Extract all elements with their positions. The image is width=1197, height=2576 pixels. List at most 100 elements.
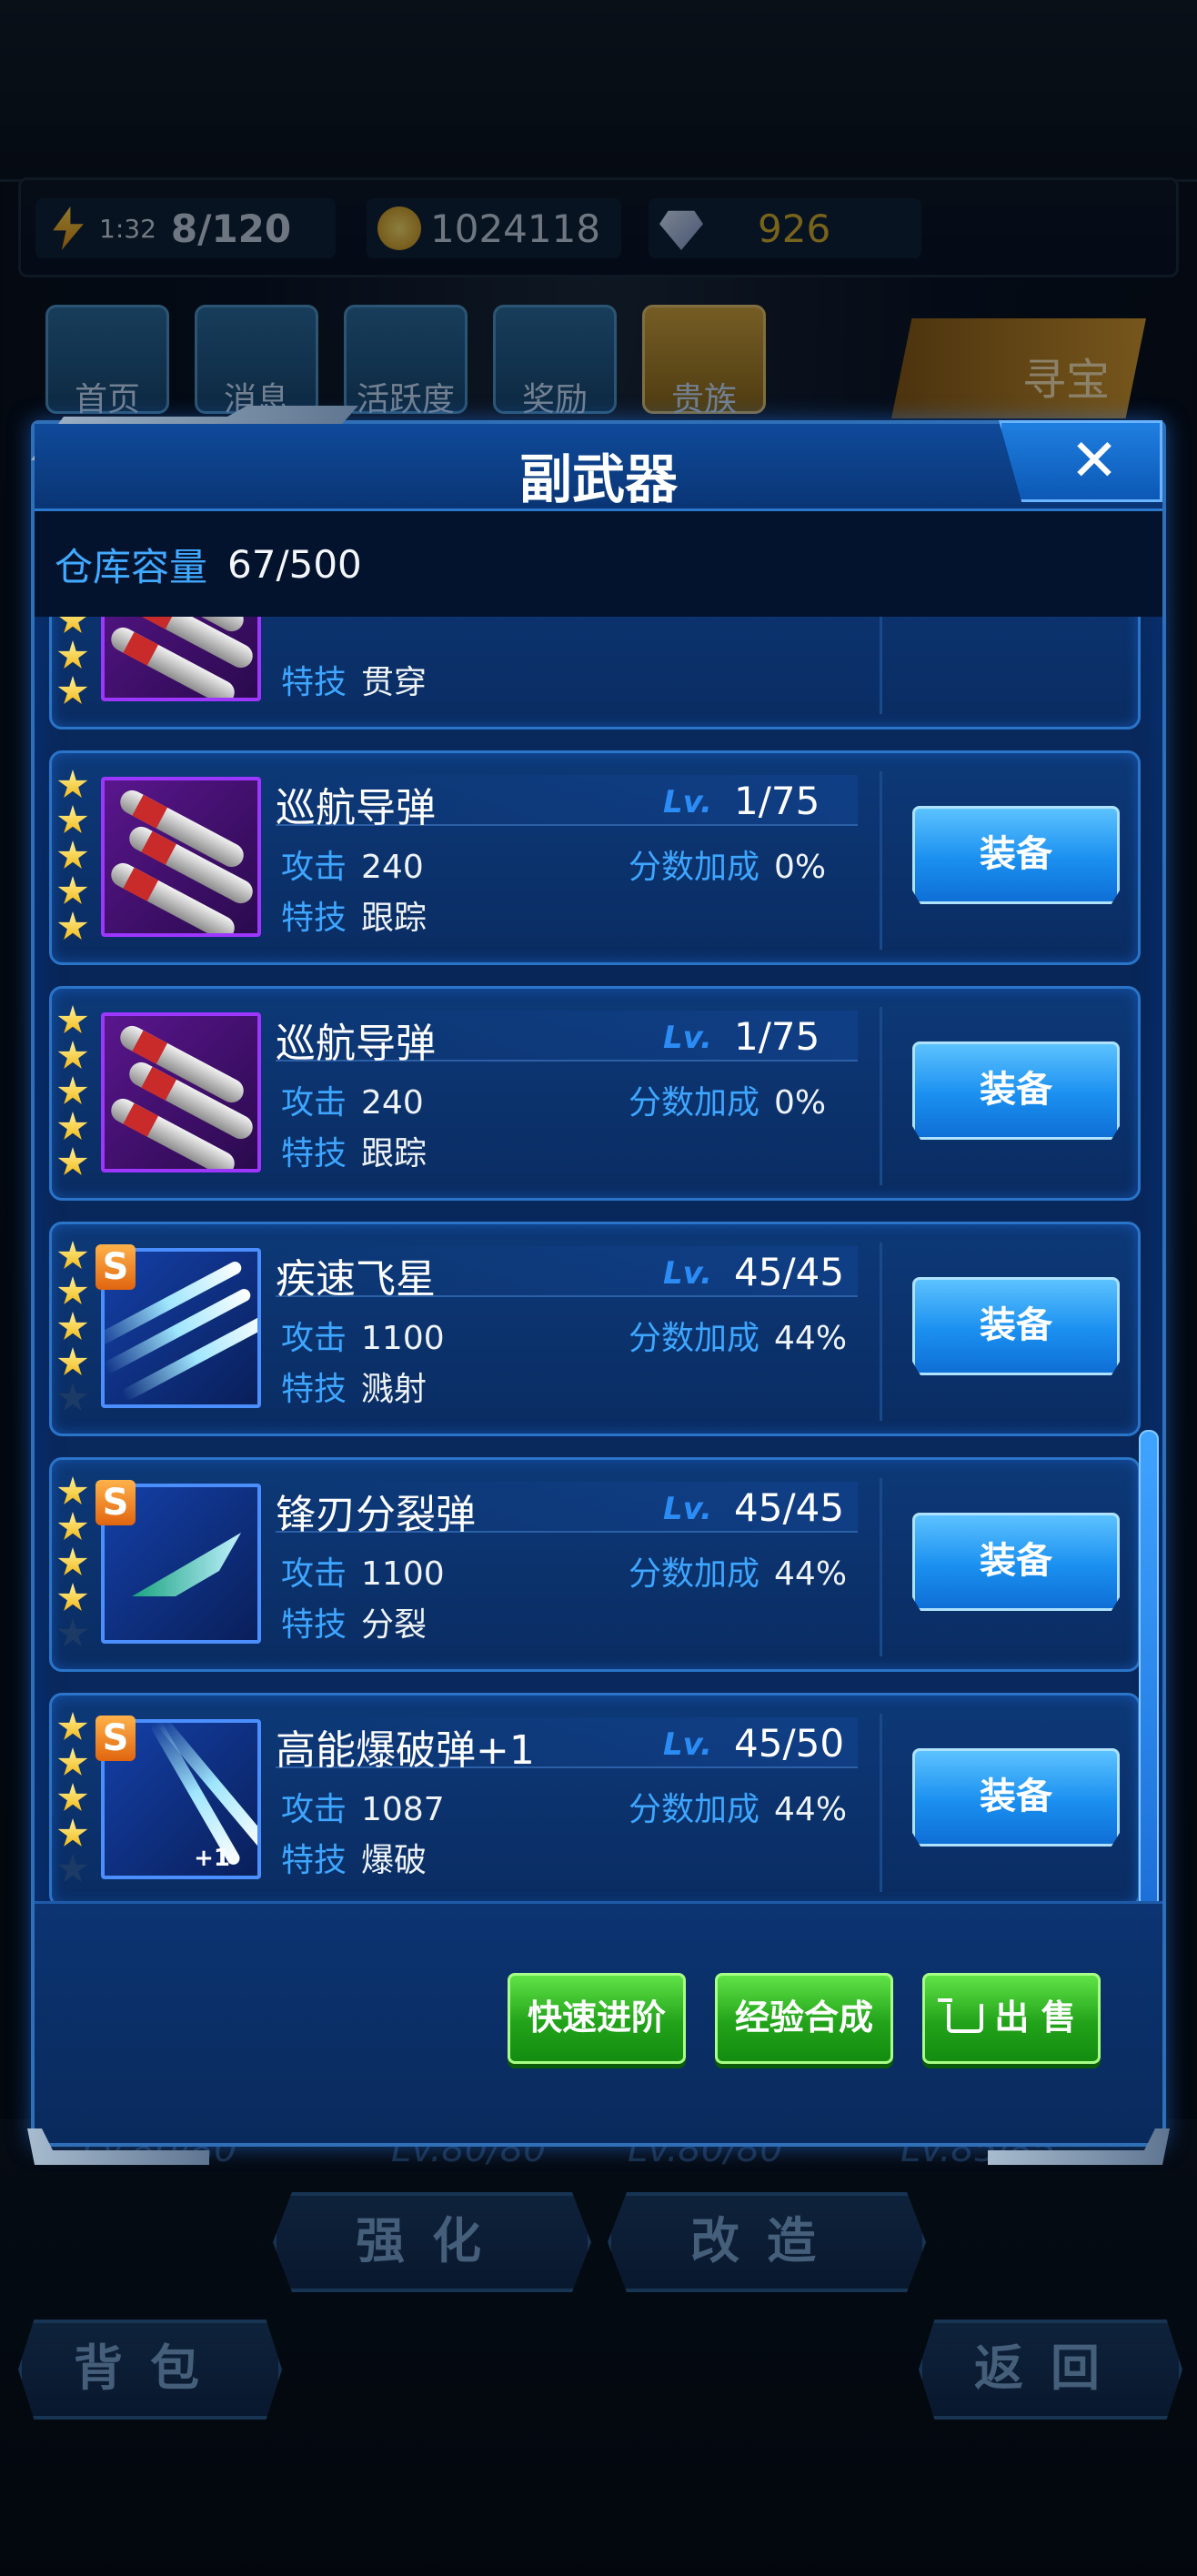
bonus-stat: 分数加成 44% [629, 1783, 847, 1830]
attack-value: 240 [361, 849, 424, 886]
rarity-stars [57, 1476, 94, 1654]
secondary-weapon-dialog: 副武器 ✕ 仓库容量 67/500 特技贯穿装备巡航导弹 Lv. 1/75 攻击 240… [27, 406, 1170, 2165]
attack-label: 攻击 [281, 1555, 347, 1593]
bonus-stat: 分数加成 44% [629, 1312, 847, 1359]
missile-icon [101, 777, 261, 937]
attack-stat: 攻击 240 [281, 1076, 424, 1123]
attack-label: 攻击 [281, 1084, 347, 1122]
star-icon [57, 617, 88, 633]
name-row: 锋刃分裂弹 Lv. 45/45 [276, 1482, 858, 1538]
level-value: 1/75 [734, 779, 820, 823]
attack-value: 240 [361, 1084, 424, 1122]
star-icon [57, 1276, 88, 1304]
star-icon [57, 1818, 88, 1846]
star-icon [57, 1747, 88, 1776]
bonus-value: 44% [774, 1555, 848, 1593]
equip-button[interactable]: 装备 [912, 806, 1120, 904]
skill-label: 特技 [281, 1842, 347, 1879]
bonus-label: 分数加成 [629, 1320, 760, 1357]
level-tag: Lv. [663, 1726, 712, 1763]
star-icon [57, 1147, 88, 1175]
attack-label: 攻击 [281, 849, 347, 886]
bonus-stat: 分数加成 0% [629, 840, 826, 888]
rarity-stars [57, 1712, 94, 1889]
star-icon [57, 1854, 88, 1882]
equip-button[interactable]: 装备 [912, 1748, 1120, 1846]
name-row: 巡航导弹 Lv. 1/75 [276, 775, 858, 831]
star-icon [57, 840, 88, 869]
skill-label: 特技 [281, 1606, 347, 1644]
star-icon [57, 805, 88, 833]
star-icon [57, 1076, 88, 1104]
capacity-value: 67/500 [227, 541, 362, 587]
sell-label: 出 售 [994, 1997, 1076, 2038]
equip-button[interactable]: 装备 [912, 1277, 1120, 1375]
skill-value: 分裂 [361, 1606, 428, 1644]
skill-stat: 特技 爆破 [281, 1834, 427, 1881]
level-value: 1/75 [734, 1014, 820, 1059]
skill-value: 跟踪 [361, 1135, 428, 1172]
level-tag: Lv. [663, 784, 712, 820]
skill-label: 特技 [281, 1135, 347, 1172]
name-row: 巡航导弹 Lv. 1/75 [276, 1011, 858, 1067]
attack-label: 攻击 [281, 1320, 347, 1357]
weapon-item[interactable]: S +1 高能爆破弹+1 Lv. 45/50 攻击 1087 分数加成 44% 特技 爆破 装备 [49, 1693, 1141, 1901]
bonus-label: 分数加成 [629, 849, 760, 886]
close-icon: ✕ [1070, 428, 1119, 495]
rarity-stars [57, 770, 94, 947]
level-value: 45/45 [734, 1485, 845, 1530]
quick-advance-button[interactable]: 快速进阶 [508, 1973, 686, 2064]
level-tag: Lv. [663, 1491, 712, 1527]
star-icon [57, 1583, 88, 1611]
weapon-item[interactable]: S 锋刃分裂弹 Lv. 45/45 攻击 1100 分数加成 44% 特技 分裂 装备 [49, 1457, 1141, 1672]
missile-icon [101, 1012, 261, 1172]
star-icon [57, 1512, 88, 1540]
attack-stat: 攻击 240 [281, 840, 424, 888]
weapon-item[interactable]: S 疾速飞星 Lv. 45/45 攻击 1100 分数加成 44% 特技 溅射 装备 [49, 1222, 1141, 1436]
attack-stat: 攻击 1087 [281, 1783, 445, 1830]
name-row: 疾速飞星 Lv. 45/45 [276, 1246, 858, 1303]
weapon-item[interactable]: 巡航导弹 Lv. 1/75 攻击 240 分数加成 0% 特技 跟踪 装备 [49, 986, 1141, 1201]
weapon-name: 巡航导弹 [276, 785, 436, 831]
weapon-name: 锋刃分裂弹 [276, 1492, 476, 1538]
attack-label: 攻击 [281, 1791, 347, 1828]
star-icon [57, 1783, 88, 1811]
star-icon [57, 876, 88, 904]
star-icon [57, 1005, 88, 1033]
close-button[interactable]: ✕ [999, 420, 1162, 502]
skill-value: 溅射 [361, 1371, 428, 1408]
skill-stat: 特技 分裂 [281, 1598, 427, 1645]
dialog-footer: 快速进阶 经验合成 出 售 [35, 1901, 1162, 2143]
skill-label: 特技 [281, 1371, 347, 1408]
capacity-bar: 仓库容量 67/500 [35, 511, 1162, 617]
cart-icon [938, 1998, 984, 2033]
star-icon [57, 1041, 88, 1069]
star-icon [57, 676, 88, 704]
bonus-value: 0% [774, 1084, 827, 1122]
upgrade-tag: +1 [194, 1845, 230, 1872]
skill-value: 爆破 [361, 1842, 428, 1879]
bonus-value: 44% [774, 1320, 848, 1357]
sell-button[interactable]: 出 售 [922, 1973, 1101, 2064]
attack-value: 1087 [361, 1791, 445, 1828]
attack-stat: 攻击 1100 [281, 1547, 445, 1595]
weapon-name: 疾速飞星 [276, 1256, 436, 1303]
skill-label: 特技 [281, 664, 347, 701]
weapon-item[interactable]: 巡航导弹 Lv. 1/75 攻击 240 分数加成 0% 特技 跟踪 装备 [49, 750, 1141, 965]
star-icon [57, 1383, 88, 1411]
star-icon [57, 1241, 88, 1269]
divider [880, 1007, 882, 1185]
attack-stat: 攻击 1100 [281, 1312, 445, 1359]
weapon-list[interactable]: 特技贯穿装备巡航导弹Lv.1/75攻击240分数加成0%特技跟踪装备巡航导弹Lv… [49, 617, 1141, 1901]
star-icon [57, 1547, 88, 1575]
dialog-title: 副武器 [518, 448, 678, 510]
equip-button[interactable]: 装备 [912, 1041, 1120, 1140]
dialog-header: 副武器 ✕ [35, 420, 1162, 511]
weapon-list-content: 特技贯穿装备巡航导弹Lv.1/75攻击240分数加成0%特技跟踪装备巡航导弹Lv… [49, 617, 1141, 1901]
list-scrollbar[interactable] [1139, 1430, 1159, 1908]
exp-synthesis-button[interactable]: 经验合成 [715, 1973, 893, 2064]
equip-button[interactable]: 装备 [912, 1513, 1120, 1611]
s-rank-badge: S [96, 1480, 136, 1525]
s-rank-badge: S [96, 1244, 136, 1290]
weapon-item[interactable]: 特技贯穿装备 [49, 617, 1141, 730]
